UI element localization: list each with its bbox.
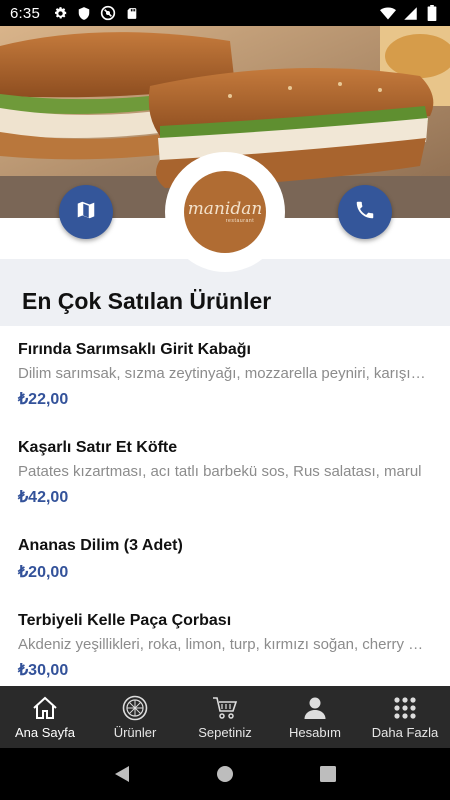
product-name: Kaşarlı Satır Et Köfte <box>18 439 178 456</box>
do-not-disturb-icon <box>100 5 116 21</box>
product-card[interactable]: Terbiyeli Kelle Paça Çorbası Akdeniz yeş… <box>18 612 438 680</box>
product-name: Terbiyeli Kelle Paça Çorbası <box>18 612 232 629</box>
status-bar: 6:35 <box>0 0 450 26</box>
product-card[interactable]: Ananas Dilim (3 Adet) ₺20,00 <box>18 537 438 582</box>
recents-icon[interactable] <box>316 762 340 786</box>
phone-button[interactable] <box>338 185 392 239</box>
home-icon <box>32 695 58 721</box>
product-description: Patates kızartması, acı tatlı barbekü so… <box>18 463 422 480</box>
product-card[interactable]: Fırında Sarımsaklı Girit Kabağı Dilim sa… <box>18 341 438 409</box>
product-description: Dilim sarımsak, sızma zeytinyağı, mozzar… <box>18 365 430 382</box>
grid-icon <box>392 695 418 721</box>
nav-item-products[interactable]: Ürünler <box>90 686 180 748</box>
product-name: Fırında Sarımsaklı Girit Kabağı <box>18 341 251 358</box>
back-icon[interactable] <box>110 762 134 786</box>
product-list: Fırında Sarımsaklı Girit Kabağı Dilim sa… <box>0 326 450 686</box>
logo-badge: manidan restaurant <box>184 171 266 253</box>
logo-subtitle: restaurant <box>225 217 255 224</box>
product-card[interactable]: Kaşarlı Satır Et Köfte Patates kızartmas… <box>18 439 438 507</box>
nav-label: Ürünler <box>113 724 157 740</box>
product-price: ₺30,00 <box>18 662 69 679</box>
product-price: ₺22,00 <box>18 391 69 408</box>
nav-item-cart[interactable]: Sepetiniz <box>180 686 270 748</box>
home-circle-icon[interactable] <box>213 762 237 786</box>
product-price: ₺20,00 <box>18 564 69 581</box>
restaurant-logo: manidan restaurant <box>165 152 285 272</box>
nav-item-account[interactable]: Hesabım <box>270 686 360 748</box>
nav-label: Sepetiniz <box>198 724 252 740</box>
logo-name: manidan <box>187 198 263 219</box>
signal-icon <box>402 5 418 21</box>
nav-label: Daha Fazla <box>371 724 439 740</box>
gear-icon <box>52 5 68 21</box>
nav-item-home[interactable]: Ana Sayfa <box>0 686 90 748</box>
battery-icon <box>424 5 440 21</box>
product-description: Akdeniz yeşillikleri, roka, limon, turp,… <box>18 636 430 653</box>
product-price: ₺42,00 <box>18 489 69 506</box>
bottom-nav: Ana Sayfa Ürünler Sepetiniz Hesabım Daha… <box>0 686 450 748</box>
wifi-icon <box>380 5 396 21</box>
sd-card-icon <box>124 5 140 21</box>
user-icon <box>302 695 328 721</box>
phone-icon <box>354 199 376 226</box>
status-time: 6:35 <box>10 4 40 22</box>
shield-icon <box>76 5 92 21</box>
map-icon <box>75 199 97 226</box>
map-button[interactable] <box>59 185 113 239</box>
pizza-icon <box>122 695 148 721</box>
nav-item-more[interactable]: Daha Fazla <box>360 686 450 748</box>
app-screen: 6:35 manidan restaurant En Çok Satılan Ü… <box>0 0 450 800</box>
cart-icon <box>212 695 238 721</box>
product-name: Ananas Dilim (3 Adet) <box>18 537 183 554</box>
nav-label: Ana Sayfa <box>15 724 75 740</box>
system-nav-bar <box>0 748 450 800</box>
nav-label: Hesabım <box>288 724 342 740</box>
section-title: En Çok Satılan Ürünler <box>22 288 272 314</box>
